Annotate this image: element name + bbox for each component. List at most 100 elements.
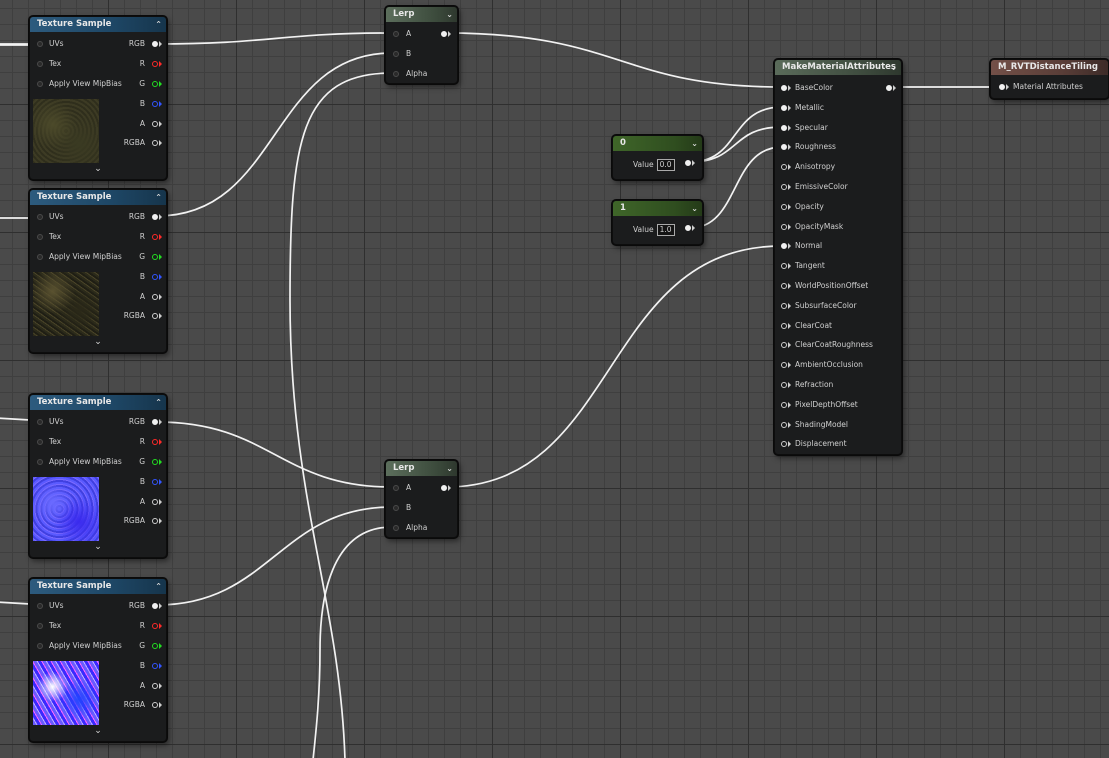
texture-output-pin[interactable] — [152, 663, 158, 669]
mma-input-pin[interactable] — [781, 124, 787, 131]
chevron-down-icon[interactable]: ⌄ — [30, 542, 166, 552]
chevron-down-icon[interactable]: ⌄ — [691, 201, 698, 216]
lerp-node-2[interactable]: Lerp ⌄ A B Alpha — [385, 460, 458, 538]
chevron-down-icon[interactable]: ⌄ — [691, 136, 698, 151]
texture-input-pin[interactable] — [37, 623, 43, 629]
texture-output-pin[interactable] — [152, 439, 158, 445]
texture-output-pin[interactable] — [152, 214, 158, 220]
constant-output-pin[interactable] — [685, 225, 691, 231]
texture-output-pin[interactable] — [152, 41, 158, 47]
texture-input-pin[interactable] — [37, 254, 43, 260]
chevron-down-icon[interactable]: ⌄ — [890, 60, 897, 75]
mma-input-pin[interactable] — [781, 401, 787, 408]
texture-input-pin[interactable] — [37, 603, 43, 609]
value-field[interactable]: 1.0 — [656, 224, 675, 236]
mma-input-pin[interactable] — [781, 243, 787, 250]
mma-input-pin[interactable] — [781, 421, 787, 428]
node-header[interactable]: 0 ⌄ — [613, 136, 702, 151]
texture-input-pin[interactable] — [37, 81, 43, 87]
texture-output-pin[interactable] — [152, 643, 158, 649]
lerp-input-alpha-pin[interactable] — [393, 525, 399, 531]
lerp-output-pin[interactable] — [441, 485, 447, 491]
node-header[interactable]: Texture Sample ⌃ — [30, 395, 166, 410]
texture-output-pin[interactable] — [152, 101, 158, 107]
texture-output-pin[interactable] — [152, 459, 158, 465]
chevron-down-icon[interactable]: ⌄ — [30, 726, 166, 736]
mma-input-pin[interactable] — [781, 441, 787, 448]
value-field[interactable]: 0.0 — [656, 159, 675, 171]
constant-output-pin[interactable] — [685, 160, 691, 166]
texture-output-pin[interactable] — [152, 140, 158, 146]
lerp-input-b-pin[interactable] — [393, 51, 399, 57]
mma-input-pin[interactable] — [781, 203, 787, 210]
node-header[interactable]: Lerp ⌄ — [386, 7, 457, 22]
lerp-input-a-pin[interactable] — [393, 485, 399, 491]
texture-output-pin[interactable] — [152, 81, 158, 87]
node-header[interactable]: M_RVTDistanceTiling — [991, 60, 1108, 75]
chevron-up-icon[interactable]: ⌃ — [155, 579, 162, 594]
texture-output-pin[interactable] — [152, 603, 158, 609]
node-header[interactable]: Texture Sample ⌃ — [30, 17, 166, 32]
texture-output-pin[interactable] — [152, 254, 158, 260]
material-attributes-input-pin[interactable] — [999, 84, 1005, 90]
mma-input-pin[interactable] — [781, 104, 787, 111]
texture-sample-node-1[interactable]: Texture Sample ⌃ UVs Tex Apply View MipBias… — [29, 16, 167, 180]
chevron-down-icon[interactable]: ⌄ — [446, 7, 453, 22]
texture-output-pin[interactable] — [152, 419, 158, 425]
texture-input-pin[interactable] — [37, 41, 43, 47]
texture-output-pin[interactable] — [152, 702, 158, 708]
texture-sample-node-4[interactable]: Texture Sample ⌃ UVs Tex Apply View MipBias… — [29, 578, 167, 742]
mma-input-pin[interactable] — [781, 382, 787, 388]
texture-input-pin[interactable] — [37, 214, 43, 220]
mma-input-pin[interactable] — [781, 164, 787, 171]
texture-output-pin[interactable] — [152, 518, 158, 524]
mma-input-pin[interactable] — [781, 362, 787, 369]
texture-input-pin[interactable] — [37, 459, 43, 465]
mma-input-pin[interactable] — [781, 184, 787, 190]
node-header[interactable]: Texture Sample ⌃ — [30, 190, 166, 205]
mma-input-pin[interactable] — [781, 283, 787, 289]
texture-output-pin[interactable] — [152, 121, 158, 127]
chevron-down-icon[interactable]: ⌄ — [446, 461, 453, 476]
constant-node-0[interactable]: 0 ⌄ Value 0.0 — [612, 135, 703, 180]
mma-input-pin[interactable] — [781, 223, 787, 230]
texture-output-pin[interactable] — [152, 499, 158, 505]
lerp-input-a-pin[interactable] — [393, 31, 399, 37]
texture-output-pin[interactable] — [152, 683, 158, 689]
texture-input-pin[interactable] — [37, 643, 43, 649]
texture-sample-node-3[interactable]: Texture Sample ⌃ UVs Tex Apply View MipBias… — [29, 394, 167, 558]
lerp-input-b-pin[interactable] — [393, 505, 399, 511]
mma-input-pin[interactable] — [781, 263, 787, 270]
mma-input-pin[interactable] — [781, 322, 787, 329]
texture-sample-node-2[interactable]: Texture Sample ⌃ UVs Tex Apply View MipBias… — [29, 189, 167, 353]
mma-input-pin[interactable] — [781, 85, 787, 91]
texture-output-pin[interactable] — [152, 479, 158, 485]
texture-output-pin[interactable] — [152, 623, 158, 629]
texture-output-pin[interactable] — [152, 294, 158, 300]
lerp-input-alpha-pin[interactable] — [393, 71, 399, 77]
texture-output-pin[interactable] — [152, 274, 158, 280]
texture-output-pin[interactable] — [152, 313, 158, 319]
chevron-up-icon[interactable]: ⌃ — [155, 395, 162, 410]
make-material-attributes-node[interactable]: MakeMaterialAttributes ⌄ BaseColor Metalli… — [774, 59, 902, 455]
texture-input-pin[interactable] — [37, 61, 43, 67]
chevron-down-icon[interactable]: ⌄ — [30, 337, 166, 347]
mma-input-pin[interactable] — [781, 342, 787, 349]
node-header[interactable]: Lerp ⌄ — [386, 461, 457, 476]
node-header[interactable]: 1 ⌄ — [613, 201, 702, 216]
lerp-output-pin[interactable] — [441, 31, 447, 37]
chevron-up-icon[interactable]: ⌃ — [155, 17, 162, 32]
constant-node-1[interactable]: 1 ⌄ Value 1.0 — [612, 200, 703, 245]
texture-input-pin[interactable] — [37, 439, 43, 445]
chevron-up-icon[interactable]: ⌃ — [155, 190, 162, 205]
lerp-node-1[interactable]: Lerp ⌄ A B Alpha — [385, 6, 458, 84]
node-header[interactable]: MakeMaterialAttributes ⌄ — [775, 60, 901, 75]
node-header[interactable]: Texture Sample ⌃ — [30, 579, 166, 594]
texture-input-pin[interactable] — [37, 419, 43, 425]
mma-input-pin[interactable] — [781, 302, 787, 309]
texture-input-pin[interactable] — [37, 234, 43, 240]
texture-output-pin[interactable] — [152, 234, 158, 240]
mma-output-pin[interactable] — [886, 85, 892, 91]
mma-input-pin[interactable] — [781, 144, 787, 151]
material-result-node[interactable]: M_RVTDistanceTiling Material Attributes — [990, 59, 1109, 99]
